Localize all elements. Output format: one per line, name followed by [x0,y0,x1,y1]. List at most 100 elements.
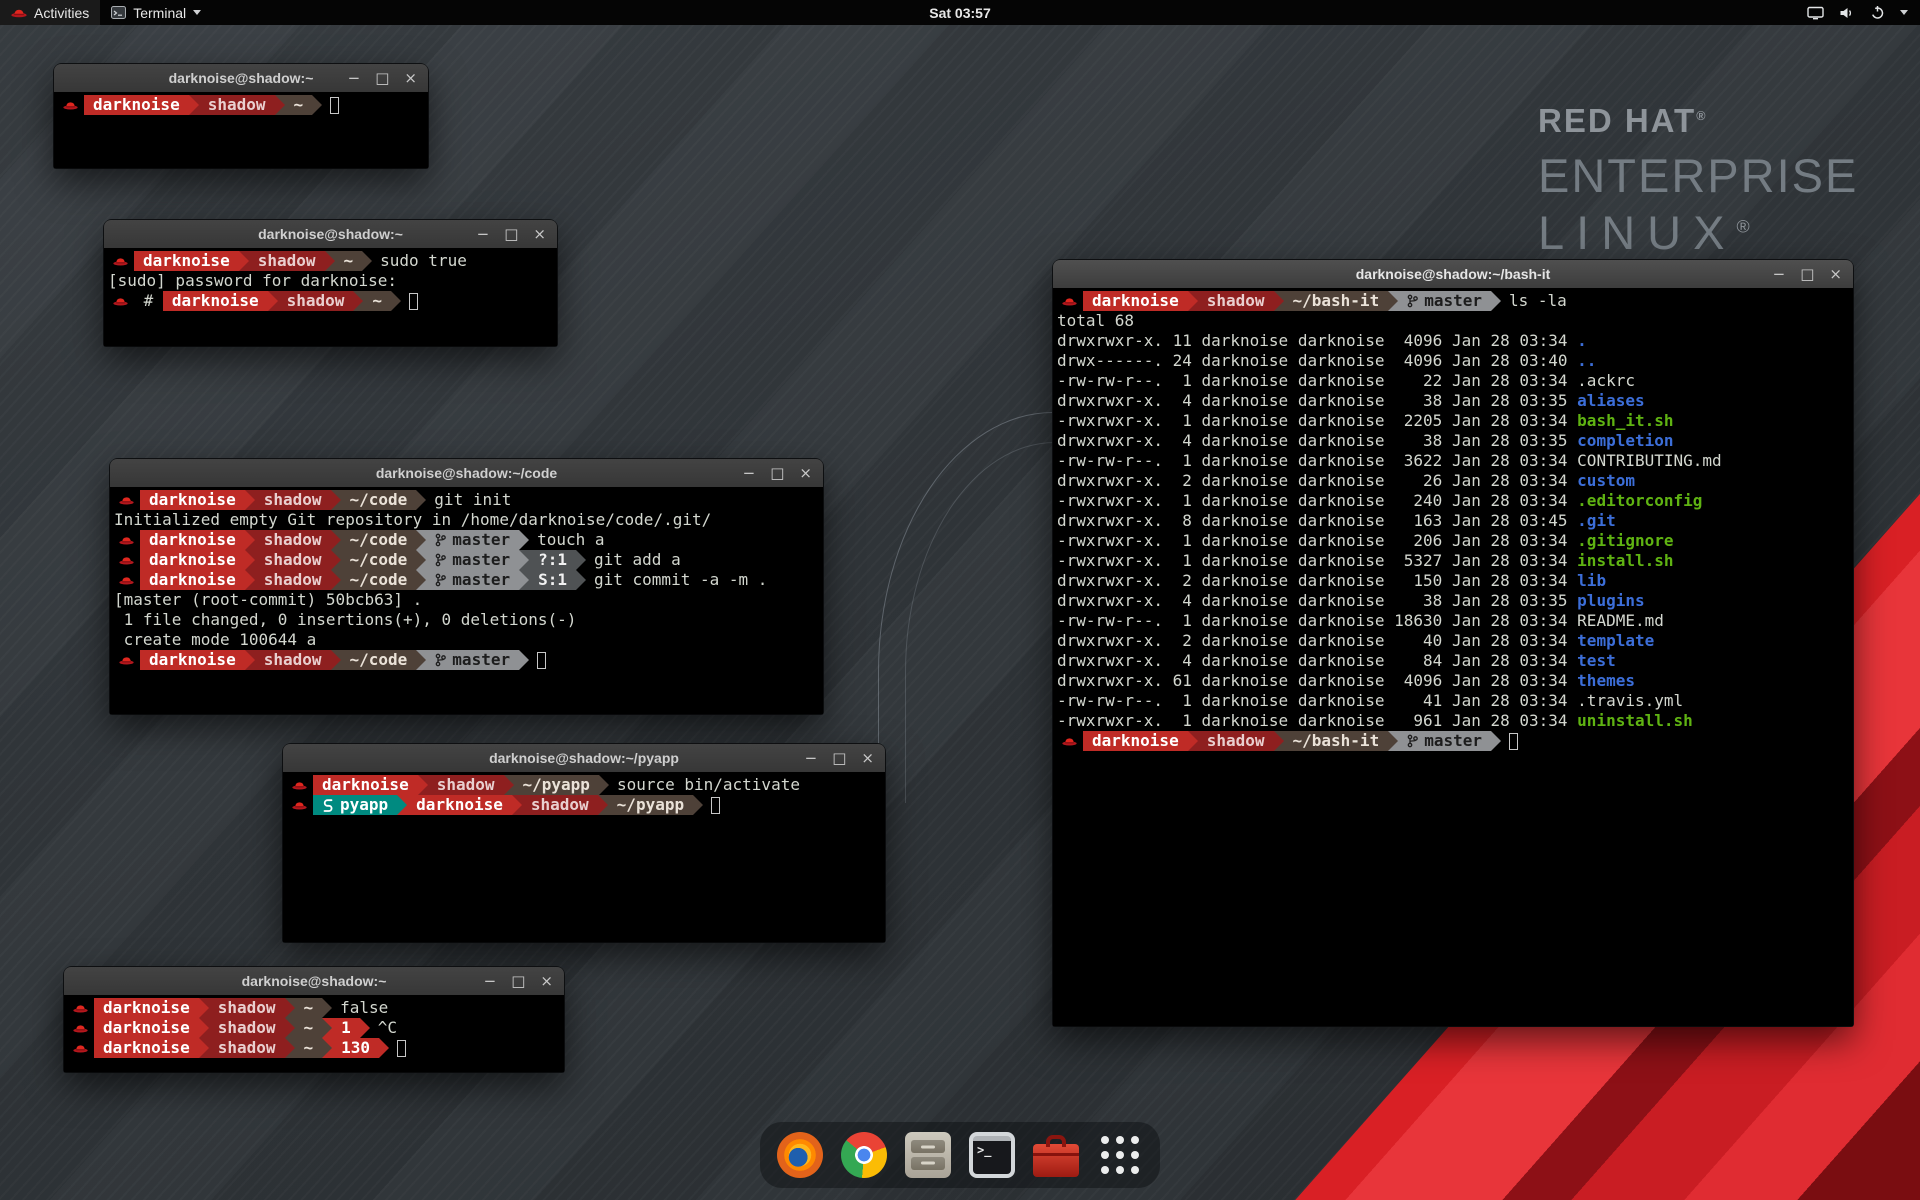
redhat-prompt-icon [1057,731,1083,751]
terminal-line: darknoiseshadow~/bash-itmasterls -la [1057,291,1849,311]
prompt-segment-path: ~/code [341,570,417,590]
powerline-separator [397,795,407,815]
terminal-text: 1 file changed, 0 insertions(+), 0 delet… [114,610,576,630]
close-button[interactable]: × [404,71,417,86]
terminal-text: touch a [537,530,604,550]
window-titlebar[interactable]: darknoise@shadow:~−□× [104,220,557,249]
terminal-cursor [1509,733,1518,750]
terminal-text: ls -la [1509,291,1567,311]
prompt-segment-path: ~/bash-it [1284,291,1389,311]
dock-files[interactable] [902,1129,954,1181]
segment-label: darknoise [1092,291,1179,311]
terminal-text: false [340,998,388,1018]
maximize-button[interactable]: □ [375,71,389,86]
minimize-button[interactable]: − [477,227,490,242]
terminal-text: -rwxrwxr-x. 1 darknoise darknoise 961 Ja… [1057,711,1577,731]
terminal-content[interactable]: darknoiseshadow~/bash-itmasterls -latota… [1053,288,1853,1026]
close-button[interactable]: × [861,751,874,766]
segment-label: master [452,550,510,570]
desktop: { "topbar": { "activities_label": "Activ… [0,0,1920,1200]
terminal-content[interactable]: darknoiseshadow~/codegit initInitialized… [110,487,823,714]
segment-label: darknoise [149,530,236,550]
powerline-separator [331,650,341,670]
powerline-separator [1188,731,1198,751]
segment-label: darknoise [1092,731,1179,751]
segment-label: S:1 [538,570,567,590]
maximize-button[interactable]: □ [1800,267,1814,282]
system-menu[interactable] [1795,0,1920,25]
terminal-text: # [134,291,163,311]
segment-label: shadow [437,775,495,795]
terminal-line: drwxrwxr-x. 11 darknoise darknoise 4096 … [1057,331,1849,351]
powerline-separator [416,550,426,570]
app-grid-dot [1101,1136,1109,1144]
close-button[interactable]: × [1829,267,1842,282]
powerline-separator [199,1018,209,1038]
minimize-button[interactable]: − [348,71,361,86]
segment-label: shadow [1207,731,1265,751]
show-applications-icon [1097,1132,1143,1178]
maximize-button[interactable]: □ [504,227,518,242]
maximize-button[interactable]: □ [511,974,525,989]
minimize-button[interactable]: − [1773,267,1786,282]
clock[interactable]: Sat 03:57 [929,5,990,21]
prompt-segment-host: shadow [209,1038,285,1058]
dock-software[interactable] [1030,1129,1082,1181]
close-button[interactable]: × [799,466,812,481]
terminal-cursor [330,97,339,114]
powerline-separator [519,550,529,570]
minimize-button[interactable]: − [805,751,818,766]
terminal-content[interactable]: darknoiseshadow~falsedarknoiseshadow~1^C… [64,995,564,1072]
dock-chrome[interactable] [838,1129,890,1181]
terminal-content[interactable]: darknoiseshadow~sudo true[sudo] password… [104,248,557,346]
segment-label: darknoise [149,650,236,670]
window-titlebar[interactable]: darknoise@shadow:~/pyapp−□× [283,744,885,773]
segment-label: darknoise [103,998,190,1018]
dock-apps[interactable] [1094,1129,1146,1181]
drawer [911,1140,945,1153]
prompt-segment-host: shadow [255,550,331,570]
terminal-line: drwxrwxr-x. 2 darknoise darknoise 150 Ja… [1057,571,1849,591]
window-titlebar[interactable]: darknoise@shadow:~/code−□× [110,459,823,488]
window-titlebar[interactable]: darknoise@shadow:~/bash-it −□ × [1053,260,1853,289]
powerline-separator [1188,291,1198,311]
segment-label: darknoise [103,1018,190,1038]
terminal-line: -rwxrwxr-x. 1 darknoise darknoise 240 Ja… [1057,491,1849,511]
minimize-button[interactable]: − [484,974,497,989]
dock-terminal[interactable]: >_ [966,1129,1018,1181]
window-layer: darknoise@shadow:~−□×darknoiseshadow~dar… [0,0,1920,1200]
app-menu-button[interactable]: Terminal [100,0,212,25]
git-branch-icon [1407,294,1418,308]
top-bar: Activities Terminal Sat 03:57 [0,0,1920,25]
terminal-content[interactable]: darknoiseshadow~ [54,92,428,168]
window-controls: −□ × [477,220,546,248]
minimize-button[interactable]: − [743,466,756,481]
terminal-content[interactable]: darknoiseshadow~/pyappsource bin/activat… [283,772,885,942]
terminal-line: -rw-rw-r--. 1 darknoise darknoise 18630 … [1057,611,1849,631]
terminal-text: git init [434,490,511,510]
chevron-down-icon [193,10,201,15]
maximize-button[interactable]: □ [770,466,784,481]
terminal-line: [sudo] password for darknoise: [108,271,553,291]
segment-label: ?:1 [538,550,567,570]
prompt-segment-branch: master [426,570,519,590]
window-title: darknoise@shadow:~/bash-it [1356,266,1551,282]
prompt-segment-path: ~/code [341,650,417,670]
terminal-text: drwxrwxr-x. 2 darknoise darknoise 26 Jan… [1057,471,1577,491]
terminal-window: darknoise@shadow:~/code−□×darknoiseshado… [110,459,823,714]
powerline-separator [245,650,255,670]
terminal-line: drwxrwxr-x. 4 darknoise darknoise 84 Jan… [1057,651,1849,671]
dock-firefox[interactable] [774,1129,826,1181]
activities-button[interactable]: Activities [0,0,100,25]
terminal-text: drwxrwxr-x. 4 darknoise darknoise 38 Jan… [1057,591,1577,611]
window-titlebar[interactable]: darknoise@shadow:~−□× [54,64,428,93]
powerline-separator [1388,291,1398,311]
powerline-separator [285,1038,295,1058]
powerline-separator [285,998,295,1018]
maximize-button[interactable]: □ [832,751,846,766]
terminal-line: darknoiseshadow~sudo true [108,251,553,271]
close-button[interactable]: × [533,227,546,242]
powerline-separator [599,775,609,795]
close-button[interactable]: × [540,974,553,989]
window-titlebar[interactable]: darknoise@shadow:~−□× [64,967,564,996]
